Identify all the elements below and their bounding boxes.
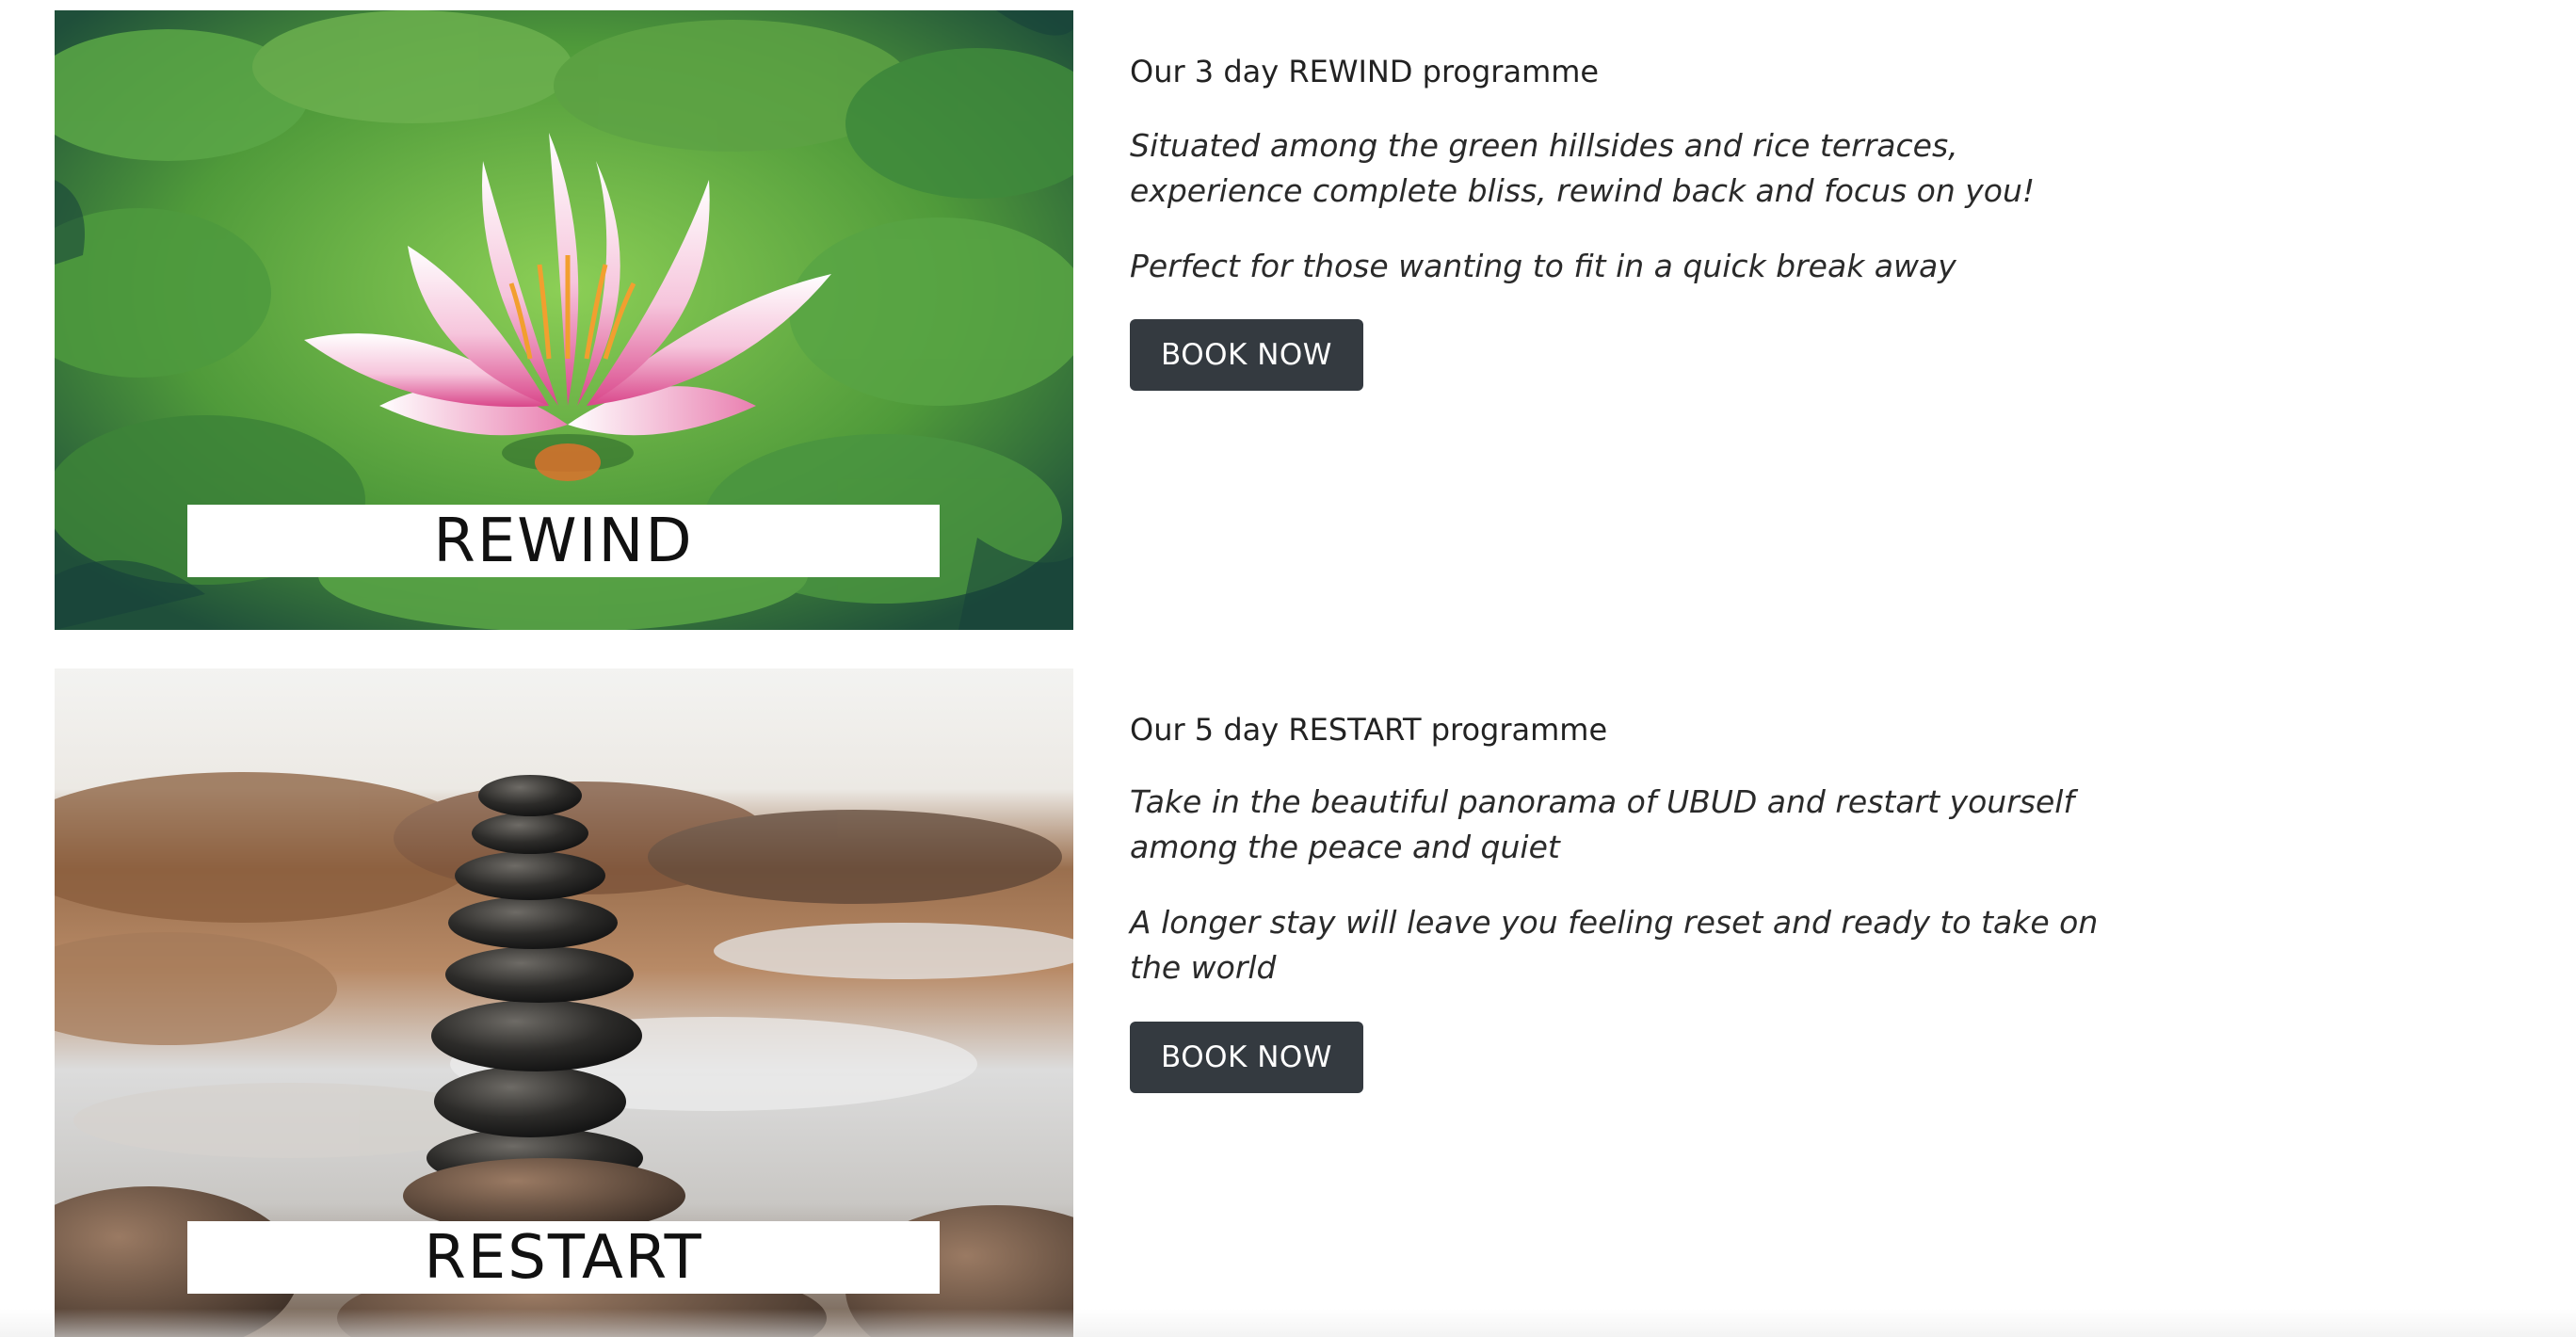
programme-tagline: A longer stay will leave you feeling res… [1130, 904, 2099, 986]
book-now-button-restart[interactable]: BOOK NOW [1130, 1022, 1363, 1093]
programme-card-restart: RESTART Our 5 day RESTART programme Take… [55, 668, 2126, 1337]
caption-band-restart: RESTART [187, 1221, 940, 1294]
programme-tagline: Perfect for those wanting to fit in a qu… [1130, 248, 1956, 284]
page: REWIND Our 3 day REWIND programme Situat… [0, 0, 2576, 1337]
programme-caption: REWIND [433, 506, 694, 576]
book-now-button-rewind[interactable]: BOOK NOW [1130, 319, 1363, 391]
programme-image-restart: RESTART [55, 668, 1073, 1337]
programme-description: Situated among the green hillsides and r… [1130, 127, 2036, 209]
programme-heading: Our 5 day RESTART programme [1130, 712, 1608, 748]
programme-description: Take in the beautiful panorama of UBUD a… [1130, 783, 2075, 865]
caption-band-rewind: REWIND [187, 505, 940, 577]
programme-card-rewind: REWIND Our 3 day REWIND programme Situat… [55, 10, 2126, 630]
programme-caption: RESTART [424, 1222, 703, 1293]
programme-heading: Our 3 day REWIND programme [1130, 54, 1600, 89]
programme-image-rewind: REWIND [55, 10, 1073, 630]
